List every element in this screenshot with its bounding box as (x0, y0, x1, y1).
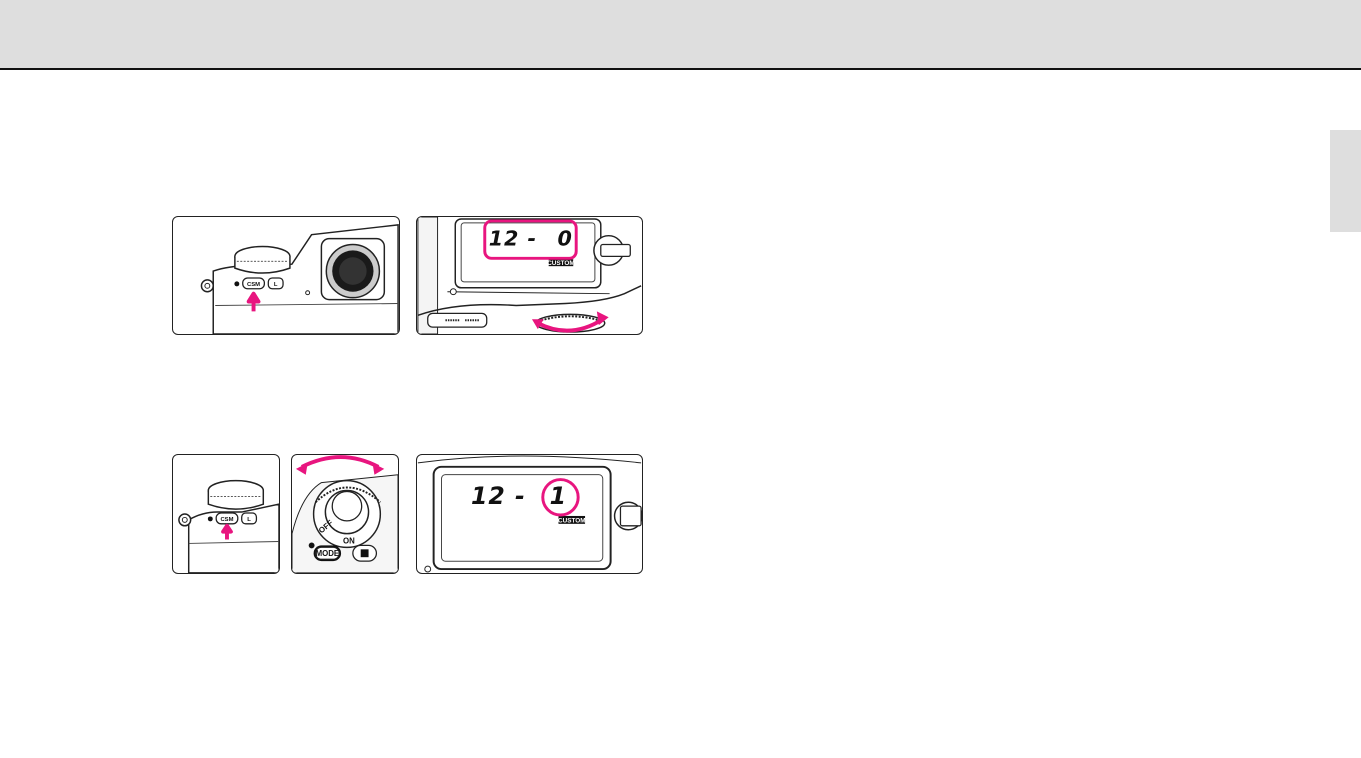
lock-button-label: L (274, 282, 278, 288)
figure-lcd-setting-0: 12 - 0 CUSTOM (416, 216, 643, 335)
figure-lcd-setting-1: 12 - 1 CUSTOM (416, 454, 643, 574)
section-side-tab (1330, 130, 1361, 232)
mode-button-label: MODE (316, 549, 340, 558)
figure-csm-button-2: CSM L (172, 454, 280, 574)
lcd-setting-value: 1 (550, 482, 567, 510)
lcd-setting-value: 0 (558, 227, 573, 251)
lcd-setting-number: 12 - (471, 482, 526, 510)
csm-button-label: CSM (220, 517, 233, 523)
lcd-custom-indicator: CUSTOM (547, 260, 575, 267)
figure-csm-button-1: CSM L (172, 216, 400, 335)
lcd-panel-large-illustration: 12 - 1 CUSTOM (417, 455, 642, 573)
camera-back-csm-illustration: CSM L (200, 224, 399, 334)
lcd-setting-number: 12 - (489, 227, 537, 251)
figure-mode-dial: OFF ON MODE (291, 454, 399, 574)
rotate-arrow-icon (300, 455, 380, 469)
mode-dial-illustration: OFF ON MODE (292, 455, 398, 573)
exposure-comp-icon (360, 549, 369, 558)
lcd-custom-indicator: CUSTOM (558, 517, 586, 524)
csm-button-label: CSM (247, 282, 260, 288)
lock-button-label: L (247, 517, 251, 523)
camera-back-csm-small-illustration: CSM L (178, 479, 279, 573)
lcd-panel-illustration: 12 - 0 CUSTOM (417, 217, 642, 334)
switch-on-label: ON (343, 536, 355, 545)
header-band (0, 0, 1361, 70)
